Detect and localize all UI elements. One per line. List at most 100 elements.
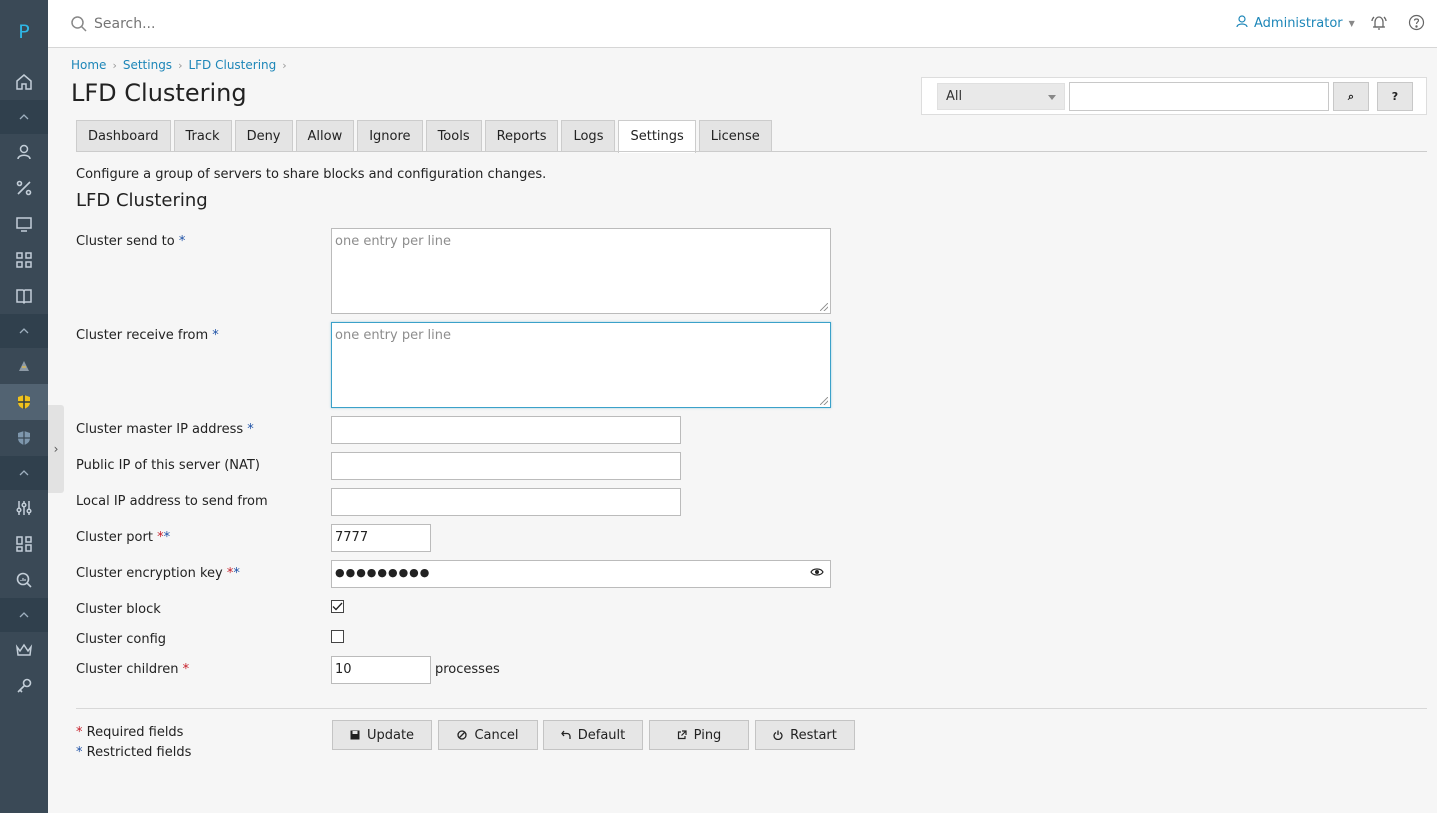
- restricted-marker: *: [233, 566, 240, 581]
- cluster-send-to-textarea[interactable]: one entry per line: [331, 228, 831, 314]
- chevron-down-icon: ▼: [1348, 19, 1355, 28]
- tab-deny[interactable]: Deny: [234, 120, 293, 152]
- label-text: Cluster master IP address: [76, 422, 248, 437]
- help-icon[interactable]: [1408, 14, 1425, 35]
- tab-license[interactable]: License: [698, 120, 772, 152]
- textarea-placeholder: one entry per line: [335, 234, 452, 249]
- breadcrumb-settings[interactable]: Settings: [123, 58, 172, 72]
- user-icon[interactable]: [0, 134, 48, 170]
- help-button[interactable]: ?: [1377, 82, 1413, 111]
- label-cluster-master-ip: Cluster master IP address *: [76, 422, 254, 437]
- restricted-marker: *: [247, 422, 254, 437]
- page-description: Configure a group of servers to share bl…: [76, 167, 547, 182]
- left-nav-rail: P: [0, 0, 48, 813]
- cluster-block-checkbox[interactable]: [331, 600, 344, 613]
- external-link-icon: [677, 730, 687, 740]
- resize-grip-icon[interactable]: [820, 397, 828, 405]
- tab-dashboard[interactable]: Dashboard: [76, 120, 171, 152]
- user-name: Administrator: [1254, 16, 1343, 31]
- tab-logs[interactable]: Logs: [561, 120, 616, 152]
- cancel-button[interactable]: Cancel: [438, 720, 538, 750]
- breadcrumb-lfd-clustering[interactable]: LFD Clustering: [188, 58, 276, 72]
- search-scope-value: All: [946, 89, 963, 104]
- notifications-icon[interactable]: [1370, 14, 1388, 36]
- resize-grip-icon[interactable]: [820, 303, 828, 311]
- grid-icon[interactable]: [0, 242, 48, 278]
- label-cluster-children: Cluster children *: [76, 662, 189, 677]
- label-public-ip: Public IP of this server (NAT): [76, 458, 260, 473]
- restart-button[interactable]: Restart: [755, 720, 855, 750]
- percent-icon[interactable]: [0, 170, 48, 206]
- search-icon: ⌕: [1347, 89, 1355, 103]
- section-title: LFD Clustering: [76, 190, 208, 211]
- cluster-encryption-key-input[interactable]: ●●●●●●●●●: [331, 560, 831, 588]
- cluster-children-input[interactable]: 10: [331, 656, 431, 684]
- collapse-icon[interactable]: [0, 598, 48, 632]
- button-label: Update: [366, 727, 415, 743]
- home-icon[interactable]: [0, 64, 48, 100]
- ping-button[interactable]: Ping: [649, 720, 749, 750]
- search-panel: All ⌕ ?: [921, 77, 1427, 115]
- power-icon: [773, 730, 783, 740]
- global-search-input[interactable]: [94, 10, 494, 38]
- cone-icon[interactable]: [0, 348, 48, 384]
- button-label: Restart: [790, 727, 837, 743]
- product-logo[interactable]: P: [0, 0, 48, 64]
- public-ip-input[interactable]: [331, 452, 681, 480]
- book-icon[interactable]: [0, 278, 48, 314]
- user-menu[interactable]: Administrator ▼: [1236, 15, 1355, 32]
- chevron-right-icon: ›: [282, 58, 287, 72]
- label-text: Cluster port: [76, 530, 158, 545]
- tab-settings[interactable]: Settings: [618, 120, 696, 153]
- search-scope-select[interactable]: All: [937, 83, 1065, 110]
- restricted-marker: *: [178, 234, 186, 249]
- cluster-port-input[interactable]: 7777: [331, 524, 431, 552]
- label-cluster-config: Cluster config: [76, 632, 167, 647]
- collapse-icon[interactable]: [0, 314, 48, 348]
- label-cluster-send-to: Cluster send to *: [76, 234, 185, 249]
- tab-tools[interactable]: Tools: [425, 120, 482, 152]
- label-cluster-encryption-key: Cluster encryption key **: [76, 566, 240, 581]
- help-label: ?: [1391, 90, 1399, 103]
- required-marker: *: [182, 662, 190, 677]
- legend-required: * Required fields: [76, 725, 183, 740]
- legend-text: Required fields: [86, 725, 184, 740]
- panel-search-input[interactable]: [1069, 82, 1329, 111]
- chevron-right-icon: ›: [178, 58, 183, 72]
- key-icon[interactable]: [0, 668, 48, 704]
- sidebar-expand-handle[interactable]: ›: [48, 405, 64, 493]
- shield-yellow-icon[interactable]: [0, 384, 48, 420]
- monitor-icon[interactable]: [0, 206, 48, 242]
- default-button[interactable]: Default: [543, 720, 643, 750]
- shield-icon[interactable]: [0, 420, 48, 456]
- local-ip-input[interactable]: [331, 488, 681, 516]
- eye-icon[interactable]: [810, 567, 824, 580]
- label-cluster-receive-from: Cluster receive from *: [76, 328, 219, 343]
- chevron-down-icon: [1048, 95, 1056, 100]
- restricted-marker: *: [212, 328, 219, 343]
- breadcrumb-home[interactable]: Home: [71, 58, 106, 72]
- chevron-right-icon: ›: [53, 442, 59, 456]
- cluster-config-checkbox[interactable]: [331, 630, 344, 643]
- legend-text: Restricted fields: [86, 745, 192, 760]
- label-cluster-block: Cluster block: [76, 602, 161, 617]
- breadcrumb: Home › Settings › LFD Clustering ›: [71, 58, 293, 72]
- undo-icon: [560, 730, 571, 740]
- save-icon: [350, 730, 360, 740]
- collapse-icon[interactable]: [0, 100, 48, 134]
- crown-icon[interactable]: [0, 632, 48, 668]
- textarea-placeholder: one entry per line: [335, 328, 452, 343]
- tab-ignore[interactable]: Ignore: [357, 120, 423, 152]
- tab-allow[interactable]: Allow: [295, 120, 355, 152]
- tab-reports[interactable]: Reports: [484, 120, 559, 152]
- cluster-receive-from-textarea[interactable]: one entry per line: [331, 322, 831, 408]
- collapse-icon[interactable]: [0, 456, 48, 490]
- user-icon: [1236, 15, 1254, 32]
- update-button[interactable]: Update: [332, 720, 432, 750]
- sliders-icon[interactable]: [0, 490, 48, 526]
- magnifier-icon[interactable]: [0, 562, 48, 598]
- cluster-master-ip-input[interactable]: [331, 416, 681, 444]
- search-button[interactable]: ⌕: [1333, 82, 1369, 111]
- dashboard-icon[interactable]: [0, 526, 48, 562]
- tab-track[interactable]: Track: [173, 120, 232, 152]
